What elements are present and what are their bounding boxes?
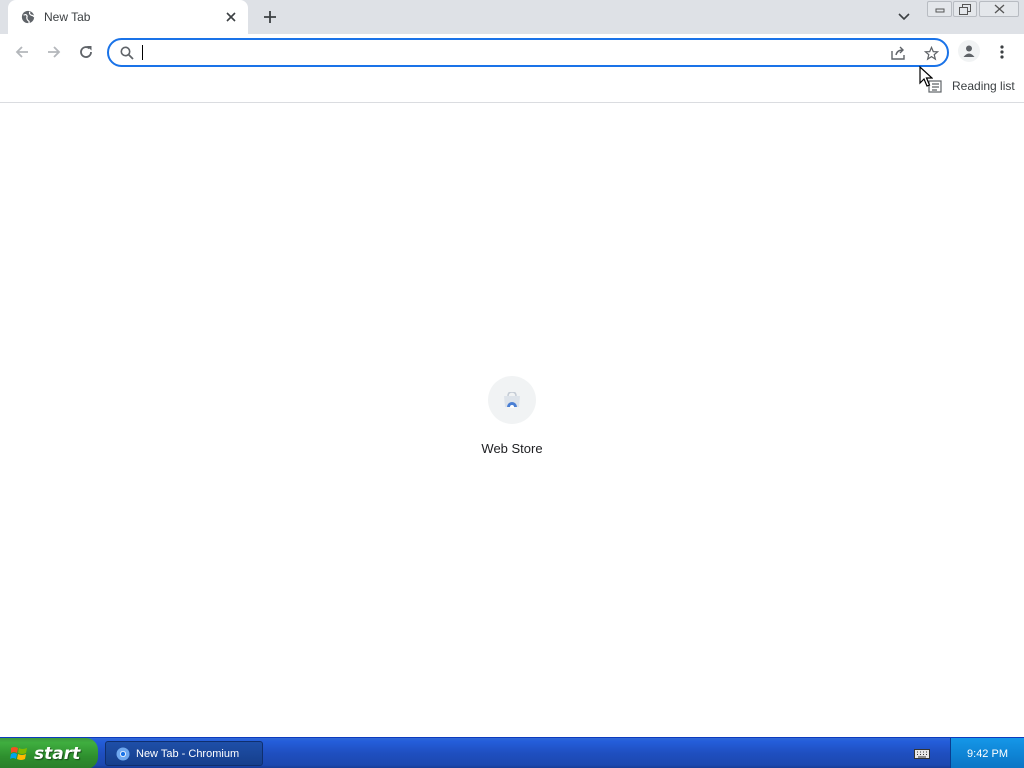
taskbar: start New Tab - Chromium 9:42 PM bbox=[0, 737, 1024, 768]
web-store-icon bbox=[504, 392, 520, 408]
share-button[interactable] bbox=[889, 44, 909, 62]
tab-close-button[interactable] bbox=[223, 9, 239, 25]
shortcut-tile[interactable]: Web Store bbox=[472, 376, 552, 460]
address-bar[interactable] bbox=[107, 38, 949, 67]
start-button[interactable]: start bbox=[0, 738, 98, 768]
window-restore-button[interactable] bbox=[953, 1, 977, 17]
person-icon bbox=[963, 45, 975, 57]
windows-logo-icon bbox=[10, 746, 27, 760]
mouse-cursor-icon bbox=[919, 66, 933, 87]
reload-button[interactable] bbox=[74, 40, 98, 64]
new-tab-button[interactable] bbox=[259, 6, 281, 28]
chromium-icon bbox=[116, 747, 130, 760]
arrow-left-icon bbox=[15, 46, 28, 58]
address-input[interactable] bbox=[139, 43, 869, 62]
shortcut-label: Web Store bbox=[481, 441, 543, 456]
star-icon bbox=[923, 45, 939, 60]
bookmarks-bar: Reading list bbox=[0, 70, 1024, 103]
tab-strip: New Tab bbox=[0, 0, 1024, 34]
more-vertical-icon bbox=[1000, 45, 1004, 59]
browser-menu-button[interactable] bbox=[993, 40, 1011, 64]
reload-icon bbox=[80, 46, 92, 58]
keyboard-icon[interactable] bbox=[914, 748, 930, 760]
shortcut-icon-container bbox=[488, 376, 536, 424]
clock: 9:42 PM bbox=[967, 747, 1008, 760]
reading-list-label: Reading list bbox=[952, 79, 1015, 93]
back-button[interactable] bbox=[10, 40, 34, 64]
globe-icon bbox=[21, 10, 35, 24]
close-icon bbox=[994, 4, 1004, 14]
clock-area[interactable]: 9:42 PM bbox=[950, 738, 1024, 768]
browser-toolbar bbox=[0, 34, 1024, 70]
arrow-right-icon bbox=[48, 46, 61, 58]
profile-button[interactable] bbox=[958, 40, 980, 62]
search-icon bbox=[120, 46, 134, 60]
window-close-button[interactable] bbox=[979, 1, 1019, 17]
tab-new-tab[interactable]: New Tab bbox=[8, 0, 248, 34]
window-minimize-button[interactable] bbox=[927, 1, 952, 17]
tab-title: New Tab bbox=[44, 10, 91, 24]
new-tab-page: Web Store bbox=[0, 104, 1024, 737]
forward-button[interactable] bbox=[42, 40, 66, 64]
plus-icon bbox=[264, 11, 276, 23]
tab-search-button[interactable] bbox=[894, 8, 914, 26]
taskbar-item-chromium[interactable]: New Tab - Chromium bbox=[105, 741, 263, 766]
chevron-down-icon bbox=[898, 13, 910, 21]
bookmark-star-button[interactable] bbox=[921, 44, 941, 62]
start-label: start bbox=[34, 743, 81, 764]
screen: New Tab Reading list Web Store start New… bbox=[0, 0, 1024, 768]
restore-icon bbox=[959, 3, 971, 15]
taskbar-item-label: New Tab - Chromium bbox=[136, 747, 240, 760]
close-icon bbox=[226, 12, 236, 22]
text-caret bbox=[142, 45, 143, 60]
system-tray: 9:42 PM bbox=[900, 738, 1024, 768]
share-icon bbox=[891, 46, 905, 60]
reading-list-button[interactable]: Reading list bbox=[922, 77, 1015, 95]
minimize-icon bbox=[935, 8, 944, 13]
